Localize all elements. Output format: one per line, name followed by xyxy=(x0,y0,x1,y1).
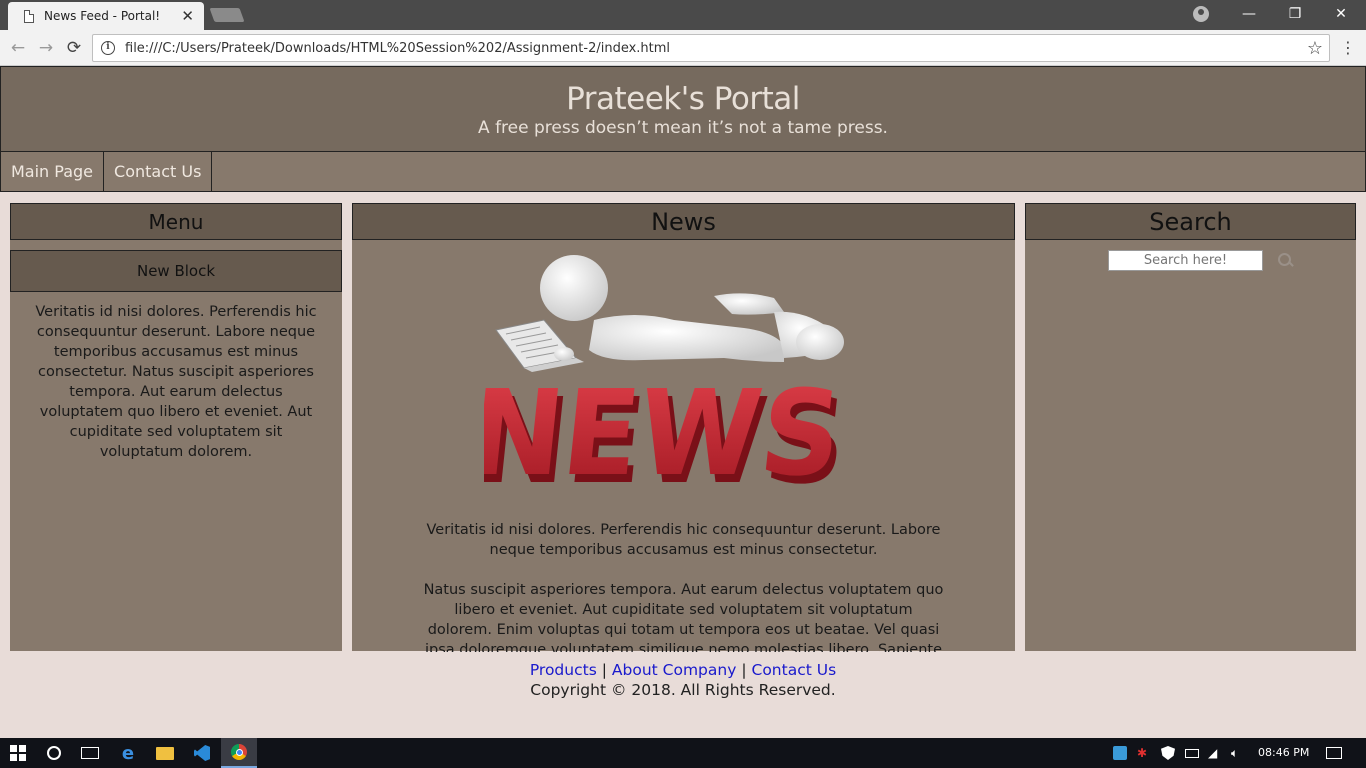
menu-heading: Menu xyxy=(10,203,342,240)
site-tagline: A free press doesn’t mean it’s not a tam… xyxy=(478,118,888,138)
restore-button[interactable]: ❐ xyxy=(1272,0,1318,28)
task-view-button[interactable] xyxy=(72,738,108,768)
browser-menu-icon[interactable]: ⋮ xyxy=(1340,38,1356,58)
page-footer: Products | About Company | Contact Us Co… xyxy=(0,660,1366,700)
defender-shield-icon[interactable] xyxy=(1161,746,1175,760)
new-block-heading: New Block xyxy=(10,250,342,292)
search-panel: Search xyxy=(1025,203,1356,651)
browser-tab[interactable]: News Feed - Portal! ✕ xyxy=(8,2,204,30)
explorer-taskbar-button[interactable] xyxy=(147,738,183,768)
web-page: Prateek's Portal A free press doesn’t me… xyxy=(0,66,1366,738)
tab-close-icon[interactable]: ✕ xyxy=(181,7,194,25)
profile-icon[interactable] xyxy=(1193,6,1209,22)
news-heading: News xyxy=(352,203,1015,240)
clock-time[interactable]: 08:46 PM xyxy=(1258,746,1309,759)
chrome-icon xyxy=(231,744,247,760)
news-paragraph-2: Natus suscipit asperiores tempora. Aut e… xyxy=(423,582,944,652)
windows-icon xyxy=(10,745,26,761)
action-center-icon[interactable] xyxy=(1326,747,1342,759)
task-view-icon xyxy=(81,747,99,759)
nav-contact-us[interactable]: Contact Us xyxy=(104,152,213,191)
news-image: NEWS NEWS xyxy=(463,250,884,510)
news-paragraph-1: Veritatis id nisi dolores. Perferendis h… xyxy=(426,522,941,558)
footer-link-about-company[interactable]: About Company xyxy=(612,661,737,679)
news-panel: News NEWS NEWS Veritatis id nisi dolores… xyxy=(352,203,1015,652)
chrome-taskbar-button[interactable] xyxy=(221,738,257,768)
footer-separator: | xyxy=(741,661,747,679)
document-icon xyxy=(24,9,34,23)
browser-toolbar: ← → ⟳ i file:///C:/Users/Prateek/Downloa… xyxy=(0,30,1366,66)
footer-link-contact-us[interactable]: Contact Us xyxy=(752,661,837,679)
menu-text: Veritatis id nisi dolores. Perferendis h… xyxy=(35,304,317,460)
footer-links: Products | About Company | Contact Us xyxy=(0,660,1366,680)
reload-button[interactable]: ⟳ xyxy=(63,37,85,59)
browser-tab-strip: News Feed - Portal! ✕ — ❐ ✕ xyxy=(0,0,1366,30)
menu-panel: Menu New Block Veritatis id nisi dolores… xyxy=(10,203,342,651)
search-row xyxy=(1047,250,1356,271)
nav-main-page[interactable]: Main Page xyxy=(1,152,105,191)
search-icon[interactable] xyxy=(1277,252,1295,270)
volume-icon[interactable]: 🔈︎ xyxy=(1231,746,1245,760)
tab-title: News Feed - Portal! xyxy=(44,9,161,23)
forward-button[interactable]: → xyxy=(35,37,57,59)
minimize-button[interactable]: — xyxy=(1226,0,1272,28)
start-button[interactable] xyxy=(0,738,36,768)
bookmark-star-icon[interactable]: ☆ xyxy=(1307,38,1323,59)
back-button[interactable]: ← xyxy=(7,37,29,59)
news-text: Veritatis id nisi dolores. Perferendis h… xyxy=(352,500,1015,652)
main-navbar: Main Page Contact Us xyxy=(0,151,1366,192)
site-header: Prateek's Portal A free press doesn’t me… xyxy=(0,66,1366,152)
windows-taskbar: e ✱ ◢ 🔈︎ 08:46 PM xyxy=(0,738,1366,768)
info-icon[interactable]: i xyxy=(101,41,115,55)
wifi-icon[interactable]: ◢ xyxy=(1208,746,1222,760)
vscode-taskbar-button[interactable] xyxy=(184,738,220,768)
search-heading: Search xyxy=(1025,203,1356,240)
vscode-icon xyxy=(194,745,210,761)
site-title: Prateek's Portal xyxy=(566,81,800,117)
folder-icon xyxy=(156,746,174,760)
search-input[interactable] xyxy=(1108,250,1263,271)
battery-icon[interactable] xyxy=(1185,749,1199,758)
new-tab-button[interactable] xyxy=(209,8,245,22)
news-illustration: NEWS NEWS xyxy=(463,255,853,510)
copyright-text: Copyright © 2018. All Rights Reserved. xyxy=(530,681,836,699)
tray-network-activity-icon[interactable]: ✱ xyxy=(1137,746,1151,760)
edge-icon: e xyxy=(121,742,135,764)
address-bar[interactable]: i file:///C:/Users/Prateek/Downloads/HTM… xyxy=(92,34,1330,62)
footer-separator: | xyxy=(601,661,607,679)
tray-app-icon[interactable] xyxy=(1113,746,1127,760)
footer-link-products[interactable]: Products xyxy=(530,661,597,679)
close-window-button[interactable]: ✕ xyxy=(1318,0,1364,28)
news-3d-text: NEWS xyxy=(484,364,848,500)
cortana-button[interactable] xyxy=(36,738,72,768)
cortana-circle-icon xyxy=(47,746,61,760)
url-text[interactable]: file:///C:/Users/Prateek/Downloads/HTML%… xyxy=(125,41,1307,56)
edge-taskbar-button[interactable]: e xyxy=(110,738,146,768)
